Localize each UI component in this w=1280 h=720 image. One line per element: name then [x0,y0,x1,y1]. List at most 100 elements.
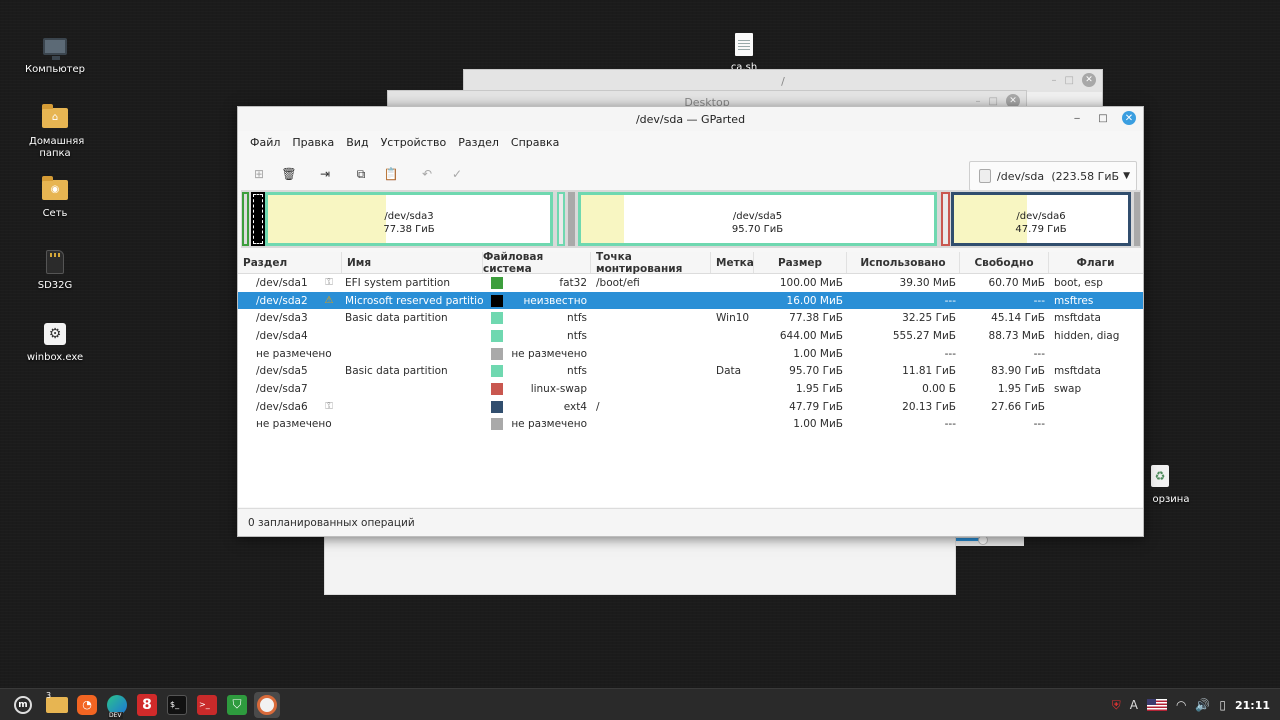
new-partition-icon[interactable]: ⊞ [248,163,270,185]
col-flags[interactable]: Флаги [1049,252,1142,273]
mint-menu-icon[interactable]: m [10,692,36,718]
close-icon[interactable]: ✕ [1082,73,1096,87]
col-name[interactable]: Имя [342,252,483,273]
filesystem-name: не размечено [511,418,587,431]
menu-help[interactable]: Справка [505,136,565,149]
col-filesystem[interactable]: Файловая система [483,251,591,275]
col-mountpoint[interactable]: Точка монтирования [591,251,711,275]
menu-bar: Файл Правка Вид Устройство Раздел Справк… [238,131,1143,153]
col-used[interactable]: Использовано [847,252,960,273]
maximize-icon[interactable]: □ [1065,75,1074,86]
desktop-icon-ca-sh[interactable]: ca.sh [704,30,784,74]
map-unallocated-2[interactable] [1134,192,1140,246]
map-sda5[interactable]: /dev/sda5 95.70 ГиБ [578,192,937,246]
map-sda2[interactable] [251,192,265,246]
minimize-icon[interactable]: – [976,96,981,107]
col-partition[interactable]: Раздел [238,252,342,273]
executable-icon: ⚙ [41,320,69,348]
undo-icon[interactable]: ↶ [416,163,438,185]
maximize-button[interactable]: □ [1096,111,1110,125]
filesystem-color-swatch [491,365,503,378]
device-selector[interactable]: /dev/sda (223.58 ГиБ ▼ [969,161,1137,191]
menu-partition[interactable]: Раздел [452,136,505,149]
cell-partition: /dev/sda4 [238,327,342,345]
menu-view[interactable]: Вид [340,136,374,149]
apply-icon[interactable]: ✓ [446,163,468,185]
cell-flags [1049,416,1142,434]
minimize-button[interactable]: ‒ [1070,111,1084,125]
window-titlebar: /dev/sda — GParted ‒ □ ✕ [238,107,1143,131]
resize-move-icon[interactable]: ⇥ [314,163,336,185]
cell-mountpoint [591,327,711,345]
used: 0.00 Б [922,382,956,395]
maximize-icon[interactable]: □ [989,96,998,107]
table-row[interactable]: /dev/sda6 ⚿ ext4 / 47.79 ГиБ 20.13 ГиБ 27.66 Г… [238,398,1143,416]
cell-mountpoint: /boot/efi [591,274,711,292]
table-row[interactable]: /dev/sda1 ⚿ EFI system partition fat32/boot… [238,274,1143,292]
col-free[interactable]: Свободно [960,252,1049,273]
edge-dev-icon[interactable]: DEV [104,692,130,719]
cell-free: 45.14 ГиБ [960,309,1049,327]
desktop-icon-network[interactable]: ◉ Сеть [15,176,95,220]
size: 1.00 МиБ [793,418,843,431]
menu-edit[interactable]: Правка [286,136,340,149]
clipboard-indicator-icon[interactable]: A [1130,698,1138,712]
map-unallocated-1[interactable] [568,192,575,246]
desktop-icon-label: SD32G [37,280,73,291]
cell-label [711,398,754,416]
volume-icon[interactable]: 🔊 [1195,698,1210,712]
battery-icon[interactable]: ▯ [1219,698,1226,712]
update-manager-icon[interactable]: ⛨ [1112,698,1121,713]
partition-path: не размечено [256,347,332,360]
table-row[interactable]: не размечено не размечено 1.00 МиБ --- --- [238,345,1143,363]
app-8-icon[interactable]: 8 [134,692,160,718]
keyboard-layout-flag-icon[interactable] [1146,699,1167,711]
col-label[interactable]: Метка [711,252,754,273]
table-row[interactable]: /dev/sda3 Basic data partition ntfs Win10 77… [238,309,1143,327]
script-file-icon [730,30,758,58]
used: 555.27 МиБ [892,329,956,342]
filesystem-name: ntfs [567,365,587,378]
shield-icon[interactable]: ⛉ [224,692,250,718]
pending-operations-text: 0 запланированных операций [248,516,415,529]
clock[interactable]: 21:11 [1235,699,1270,712]
desktop-icon-winbox[interactable]: ⚙ winbox.exe [15,320,95,364]
table-row[interactable]: /dev/sda4 ntfs 644.00 МиБ 555.27 МиБ 88.73 М… [238,327,1143,345]
firefox-icon[interactable]: ◔ [74,692,100,718]
map-partition-name: /dev/sda5 [732,211,783,222]
map-sda4[interactable] [557,192,565,246]
red-terminal-icon[interactable]: >_ [194,692,220,718]
minimize-icon[interactable]: – [1052,75,1057,86]
paste-icon[interactable]: 📋 [380,163,402,185]
col-size[interactable]: Размер [754,252,847,273]
close-button[interactable]: ✕ [1122,111,1136,125]
table-row[interactable]: не размечено не размечено 1.00 МиБ --- --- [238,416,1143,434]
desktop-icon-home[interactable]: ⌂ Домашняя папка [15,104,95,160]
map-sda3[interactable]: /dev/sda3 77.38 ГиБ [265,192,553,246]
gparted-icon[interactable] [254,691,280,718]
map-sda6[interactable]: /dev/sda6 47.79 ГиБ [951,192,1131,246]
map-sda1[interactable] [242,192,249,246]
menu-file[interactable]: Файл [244,136,286,149]
background-window-titlebar: / – □ ✕ [464,70,1102,92]
table-row[interactable]: /dev/sda5 Basic data partition ntfs Data 95.… [238,362,1143,380]
cell-filesystem: не размечено [483,345,591,363]
map-partition-size: 77.38 ГиБ [383,224,435,235]
network-folder-icon: ◉ [41,176,69,204]
wifi-icon[interactable]: ◠ [1176,698,1186,712]
copy-icon[interactable]: ⧉ [350,163,372,185]
files-icon[interactable]: 3 [44,691,70,718]
menu-device[interactable]: Устройство [375,136,453,149]
cell-size: 47.79 ГиБ [754,398,847,416]
desktop-icon-computer[interactable]: Компьютер [15,32,95,76]
desktop-icon-sd32g[interactable]: SD32G [15,248,95,292]
desktop-icon-label: Сеть [42,208,68,219]
delete-icon[interactable]: 🗑 [278,163,300,185]
map-sda7[interactable] [941,192,950,246]
table-row[interactable]: /dev/sda7 linux-swap 1.95 ГиБ 0.00 Б 1.95 Ги… [238,380,1143,398]
terminal-icon[interactable]: $_ [164,692,190,718]
table-row[interactable]: /dev/sda2 ⚠ Microsoft reserved partition не… [238,291,1143,310]
filesystem-name: не размечено [511,347,587,360]
free: 60.70 МиБ [988,276,1045,289]
disk-icon [979,169,991,183]
